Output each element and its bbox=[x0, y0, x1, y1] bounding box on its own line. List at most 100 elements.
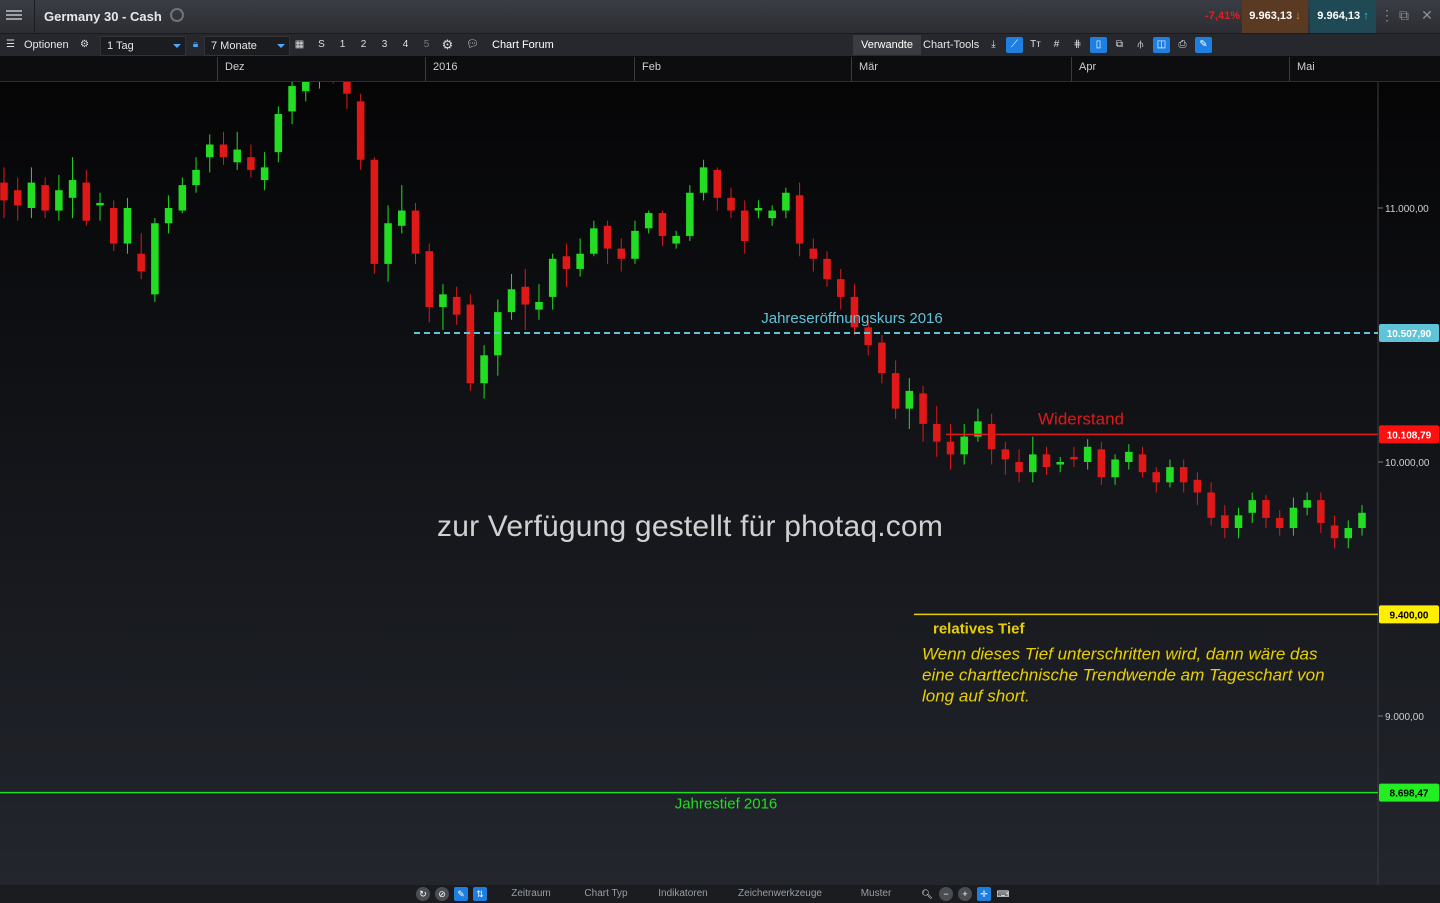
lock-icon[interactable]: 🔒︎ bbox=[187, 37, 204, 53]
candle-body bbox=[1262, 500, 1270, 518]
candle-body bbox=[192, 169, 200, 186]
grid-icon[interactable]: # bbox=[1048, 37, 1065, 53]
keyboard-icon[interactable]: ⌨ bbox=[996, 887, 1010, 901]
candle-body bbox=[1193, 479, 1202, 493]
candle-body bbox=[1221, 515, 1229, 529]
candle-body bbox=[644, 213, 653, 229]
candle-body bbox=[987, 423, 996, 450]
bid-price-button[interactable]: 9.963,13 ↓ bbox=[1242, 0, 1308, 33]
candle-body bbox=[260, 167, 269, 181]
layout-5-button[interactable]: 5 bbox=[418, 37, 435, 53]
calendar-icon[interactable]: ▦ bbox=[291, 37, 308, 53]
candle-body bbox=[878, 342, 886, 374]
popout-icon[interactable]: ⧉ bbox=[1397, 8, 1411, 22]
ask-price-button[interactable]: 9.964,13 ↑ bbox=[1310, 0, 1376, 33]
annotation-comment-line: Wenn dieses Tief unterschritten wird, da… bbox=[922, 644, 1318, 663]
candle-body bbox=[219, 144, 228, 158]
text-tool-icon[interactable]: Tт bbox=[1027, 37, 1044, 53]
candle-body bbox=[0, 182, 8, 201]
layout-3-button[interactable]: 3 bbox=[376, 37, 393, 53]
chart-forum-button[interactable]: Chart Forum bbox=[484, 35, 562, 55]
menu-icon[interactable] bbox=[6, 8, 22, 22]
month-label: Mär bbox=[851, 57, 878, 81]
trendline-icon[interactable]: ⟋ bbox=[1006, 37, 1023, 53]
candle-icon[interactable]: ▯ bbox=[1090, 37, 1107, 53]
line-tool-icon[interactable]: ⤓ bbox=[985, 37, 1002, 53]
candle-body bbox=[1358, 512, 1366, 529]
minimize-icon[interactable]: ⋮ bbox=[1380, 8, 1394, 22]
candle-body bbox=[576, 253, 584, 269]
annotation-resistance: Widerstand bbox=[1038, 409, 1124, 428]
list-icon[interactable]: ☰ bbox=[2, 37, 19, 53]
print-icon[interactable]: ⎙ bbox=[1174, 37, 1191, 53]
candle-body bbox=[1303, 500, 1311, 508]
zoom-icon[interactable]: 🔍︎ bbox=[920, 887, 934, 901]
level-price-label: 8.698,47 bbox=[1390, 789, 1429, 800]
edit-icon[interactable]: ✎ bbox=[1195, 37, 1212, 53]
instrument-title[interactable]: Germany 30 - Cash bbox=[34, 0, 162, 33]
candle-body bbox=[507, 289, 516, 313]
candle-body bbox=[617, 248, 626, 259]
candle-body bbox=[905, 390, 914, 409]
layout-2-button[interactable]: 2 bbox=[355, 37, 372, 53]
fibonacci-icon[interactable]: ⋕ bbox=[1069, 37, 1086, 53]
search-icon[interactable] bbox=[170, 8, 184, 22]
refresh-icon[interactable]: ↻ bbox=[416, 887, 430, 901]
range-select[interactable]: 7 Monate bbox=[204, 36, 290, 56]
verwandte-tab[interactable]: Verwandte bbox=[853, 35, 921, 55]
pencil-icon[interactable]: ✎ bbox=[454, 887, 468, 901]
muster-tab[interactable]: Muster bbox=[840, 885, 912, 903]
sort-icon[interactable]: ⇅ bbox=[473, 887, 487, 901]
candle-body bbox=[55, 190, 63, 211]
candle-body bbox=[1138, 454, 1147, 473]
candle-body bbox=[356, 101, 365, 160]
candle-body bbox=[535, 301, 543, 310]
candle-body bbox=[123, 208, 132, 244]
chat-icon[interactable]: 💬︎ bbox=[464, 37, 481, 53]
candle-body bbox=[740, 210, 749, 242]
price-tick-label: 11.000,00 bbox=[1385, 204, 1429, 215]
candle-body bbox=[603, 225, 612, 249]
candle-body bbox=[1042, 454, 1051, 468]
candle-body bbox=[1152, 472, 1161, 483]
chart-typ-tab[interactable]: Chart Typ bbox=[570, 885, 642, 903]
copy-icon[interactable]: ⧉ bbox=[1111, 37, 1128, 53]
candle-body bbox=[548, 258, 557, 297]
candle-body bbox=[1166, 467, 1174, 483]
candlestick-chart[interactable]: 11.000,00 10.000,00 9.000,00 10.507,90 10.10… bbox=[0, 82, 1440, 885]
layout-1-button[interactable]: 1 bbox=[334, 37, 351, 53]
bid-price: 9.963,13 bbox=[1249, 10, 1293, 22]
candle-body bbox=[631, 230, 639, 259]
gear-icon[interactable]: ⚙ bbox=[76, 37, 93, 53]
indikatoren-tab[interactable]: Indikatoren bbox=[645, 885, 721, 903]
zoom-in-icon[interactable]: + bbox=[958, 887, 972, 901]
layout-s-button[interactable]: S bbox=[313, 37, 330, 53]
candle-body bbox=[919, 393, 927, 424]
price-change: -7,41% bbox=[1205, 10, 1240, 22]
options-button[interactable]: Optionen bbox=[24, 34, 69, 56]
candle-body bbox=[768, 210, 776, 219]
candle-body bbox=[864, 327, 872, 346]
zoom-out-icon[interactable]: − bbox=[939, 887, 953, 901]
month-label: 2016 bbox=[425, 57, 457, 81]
candle-body bbox=[13, 190, 22, 206]
candle-body bbox=[343, 82, 351, 94]
tag-icon[interactable]: ◫ bbox=[1153, 37, 1170, 53]
candle-body bbox=[932, 423, 941, 442]
interval-select[interactable]: 1 Tag bbox=[100, 36, 186, 56]
settings-icon[interactable]: ⚙ bbox=[439, 37, 456, 53]
indicator-icon[interactable]: ⫛ bbox=[1132, 37, 1149, 53]
month-label: Mai bbox=[1289, 57, 1315, 81]
disable-icon[interactable]: ⊘ bbox=[435, 887, 449, 901]
candle-body bbox=[164, 208, 173, 224]
layout-4-button[interactable]: 4 bbox=[397, 37, 414, 53]
zeichenwerkzeuge-tab[interactable]: Zeichenwerkzeuge bbox=[724, 885, 836, 903]
candle-body bbox=[1275, 517, 1284, 529]
candle-body bbox=[672, 235, 680, 244]
candle-body bbox=[384, 223, 392, 264]
zeitraum-tab[interactable]: Zeitraum bbox=[495, 885, 567, 903]
crosshair-icon[interactable]: ✛ bbox=[977, 887, 991, 901]
candle-body bbox=[27, 182, 36, 208]
bottom-bar: ↻ ⊘ ✎ ⇅ Zeitraum Chart Typ Indikatoren Z… bbox=[0, 885, 1440, 903]
close-icon[interactable]: ✕ bbox=[1420, 8, 1434, 22]
